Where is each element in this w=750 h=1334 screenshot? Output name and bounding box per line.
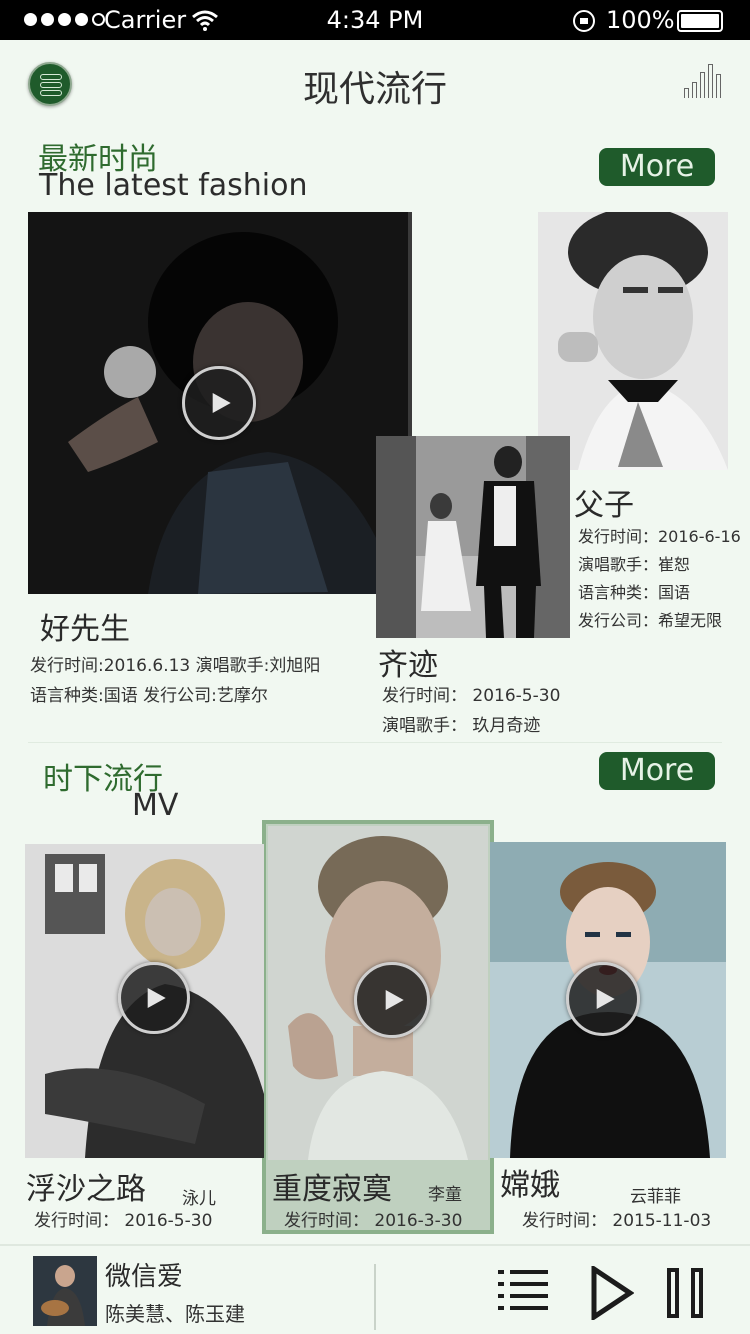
pause-icon[interactable] [667,1268,707,1318]
latest-cover-qiji[interactable] [376,436,570,638]
player-divider [374,1264,376,1330]
battery-percent: 100% [606,6,675,34]
mv-item-artist-3: 云菲菲 [630,1187,681,1207]
latest-cover-fuzi[interactable] [538,212,728,470]
latest-item-date-3: 发行时间：2016-6-16 [578,527,741,546]
latest-item-date-2: 发行时间： 2016-5-30 [382,686,561,706]
latest-item-meta-1a: 发行时间:2016.6.13 演唱歌手:刘旭阳 [30,656,321,676]
list-icon[interactable] [498,1268,548,1314]
latest-item-title-2: 齐迹 [378,648,438,683]
page-title: 现代流行 [302,69,447,110]
now-playing-title: 微信爱 [105,1262,184,1292]
latest-more-button[interactable]: More [599,148,715,186]
battery-icon [677,10,723,32]
mv-item-date-2: 发行时间： 2016-3-30 [284,1211,463,1231]
status-bar: Carrier 4:34 PM 100% [0,0,750,40]
mv-item-date-1: 发行时间： 2016-5-30 [34,1211,213,1231]
mv-section-title-en: MV [132,788,179,823]
mv-item-title-3: 嫦娥 [500,1168,560,1203]
latest-item-title-3: 父子 [574,488,634,523]
mv-play-button-1[interactable] [118,962,190,1034]
mv-item-artist-2: 李童 [428,1185,462,1205]
now-playing-cover[interactable] [33,1256,97,1326]
bar-chart-icon[interactable] [684,64,724,98]
mv-more-button[interactable]: More [599,752,715,790]
now-playing-artist: 陈美慧、陈玉建 [105,1302,245,1326]
play-icon[interactable] [590,1266,634,1320]
latest-item-title-1: 好先生 [40,612,130,647]
mv-item-title-2: 重度寂寞 [272,1172,392,1207]
rotation-lock-icon [573,10,595,32]
latest-item-language-3: 语言种类：国语 [578,583,691,602]
mv-item-title-1: 浮沙之路 [26,1172,146,1207]
latest-section-title-en: The latest fashion [39,168,308,203]
latest-item-singer-2: 演唱歌手： 玖月奇迹 [382,716,541,736]
mv-play-button-3[interactable] [566,962,640,1036]
section-divider [28,742,722,743]
latest-play-button-1[interactable] [182,366,256,440]
mini-player: 微信爱 陈美慧、陈玉建 [0,1244,750,1334]
latest-item-singer-3: 演唱歌手：崔恕 [578,555,691,574]
latest-item-company-3: 发行公司：希望无限 [578,611,723,630]
mv-play-button-2[interactable] [354,962,430,1038]
mv-item-date-3: 发行时间： 2015-11-03 [522,1211,712,1231]
latest-item-meta-1b: 语言种类:国语 发行公司:艺摩尔 [30,686,268,706]
